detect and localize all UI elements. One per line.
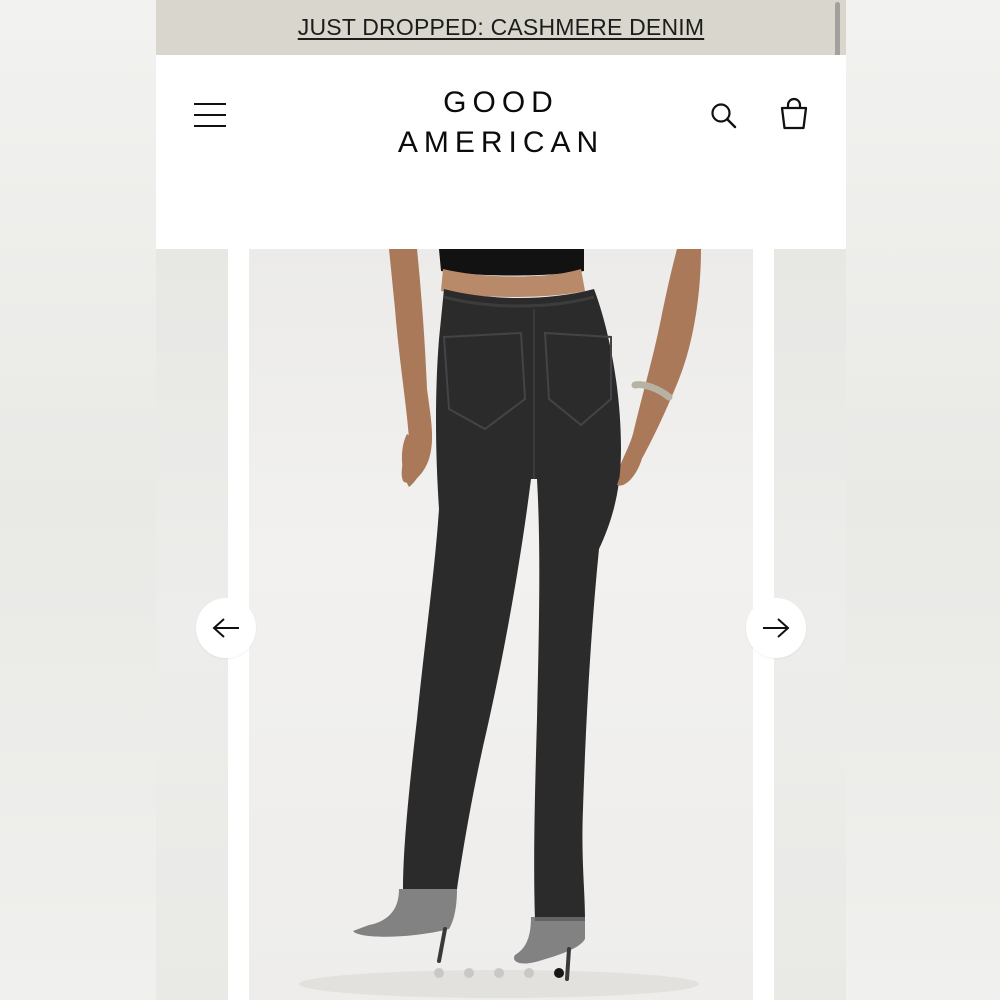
site-header: GOOD AMERICAN bbox=[156, 55, 846, 249]
brand-logo-line2: AMERICAN bbox=[397, 126, 605, 159]
pagination-dot[interactable] bbox=[434, 968, 444, 978]
search-icon[interactable] bbox=[709, 101, 739, 131]
product-image[interactable] bbox=[249, 249, 753, 1000]
promo-banner: JUST DROPPED: CASHMERE DENIM bbox=[156, 0, 846, 55]
shopping-bag-icon[interactable] bbox=[778, 97, 810, 131]
pagination-dot[interactable] bbox=[524, 968, 534, 978]
promo-link[interactable]: JUST DROPPED: CASHMERE DENIM bbox=[298, 14, 704, 41]
arrow-left-icon bbox=[212, 618, 239, 638]
background-left bbox=[0, 0, 156, 1000]
pagination-dot[interactable] bbox=[464, 968, 474, 978]
hamburger-menu-icon[interactable] bbox=[194, 103, 228, 127]
brand-logo[interactable]: GOOD AMERICAN bbox=[356, 83, 646, 163]
pagination-dot-active[interactable] bbox=[554, 968, 564, 978]
pagination-dot[interactable] bbox=[494, 968, 504, 978]
background-right bbox=[846, 0, 1000, 1000]
product-image-carousel[interactable] bbox=[156, 249, 846, 1000]
next-image-button[interactable] bbox=[746, 598, 806, 658]
product-photo-jeans bbox=[299, 249, 701, 998]
previous-image-button[interactable] bbox=[196, 598, 256, 658]
mobile-page: JUST DROPPED: CASHMERE DENIM GOOD AMERIC… bbox=[156, 0, 846, 1000]
carousel-pagination bbox=[434, 966, 564, 980]
arrow-right-icon bbox=[763, 618, 790, 638]
brand-logo-line1: GOOD bbox=[443, 86, 559, 119]
